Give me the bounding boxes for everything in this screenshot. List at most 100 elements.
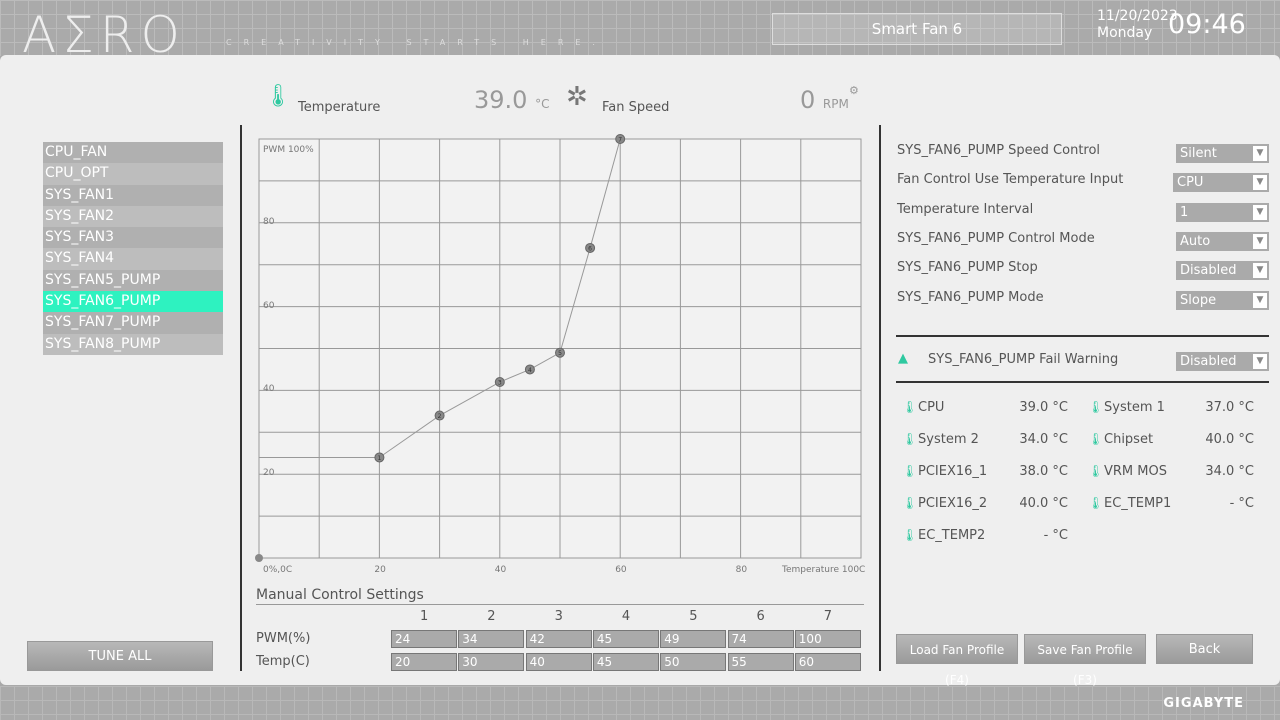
setting-label: Fan Control Use Temperature Input: [897, 172, 1124, 188]
column-header: 3: [554, 609, 563, 624]
footer: GIGABYTE: [0, 686, 1280, 720]
pwm-input[interactable]: 34: [458, 630, 525, 648]
y-tick-label: 60: [263, 300, 275, 311]
temp-row-label: Temp(C): [256, 654, 310, 669]
sensor-value: 34.0 °C: [1019, 432, 1068, 447]
sensor-value: 37.0 °C: [1205, 400, 1254, 415]
chevron-down-icon: ▼: [1253, 233, 1267, 249]
setting-label: SYS_FAN6_PUMP Stop: [897, 260, 1038, 276]
divider: [896, 335, 1269, 337]
y-axis-label: PWM 100%: [263, 145, 314, 155]
sensor-name: Chipset: [1104, 432, 1154, 447]
curve-point-label: 3: [498, 380, 502, 387]
y-tick-label: 80: [263, 216, 275, 227]
temp-input[interactable]: 45: [592, 653, 659, 671]
sensor-name: System 1: [1104, 400, 1165, 415]
sensor-value: 40.0 °C: [1205, 432, 1254, 447]
temp-input[interactable]: 20: [391, 653, 457, 671]
sensor-name: VRM MOS: [1104, 464, 1167, 479]
setting-select[interactable]: Disabled ▼: [1176, 261, 1269, 281]
back-button[interactable]: Back: [1156, 634, 1253, 664]
temp-input[interactable]: 55: [727, 653, 794, 671]
pwm-input[interactable]: 24: [391, 630, 457, 648]
setting-label: SYS_FAN6_PUMP Speed Control: [897, 143, 1101, 158]
chevron-down-icon: ▼: [1253, 175, 1267, 191]
x-tick-label: 80: [735, 565, 748, 575]
chevron-down-icon: ▼: [1253, 354, 1267, 369]
warning-icon: ▲: [898, 351, 908, 366]
thermometer-icon: 🌡: [1088, 496, 1104, 510]
column-header: 4: [621, 609, 631, 624]
temp-input[interactable]: 30: [458, 653, 525, 671]
thermometer-icon: 🌡: [1088, 400, 1104, 414]
setting-select[interactable]: Slope ▼: [1176, 290, 1269, 310]
gigabyte-logo: GIGABYTE: [1163, 696, 1244, 711]
chevron-down-icon: ▼: [1253, 292, 1267, 308]
x-tick-label: 40: [494, 565, 507, 575]
curve-point-label: 7: [618, 137, 622, 144]
curve-point-label: 1: [377, 455, 381, 462]
setting-value: Disabled: [1180, 263, 1237, 279]
setting-select[interactable]: CPU ▼: [1173, 173, 1269, 193]
pwm-input[interactable]: 100: [794, 630, 861, 648]
sensor-value: 38.0 °C: [1019, 464, 1068, 479]
pwm-input[interactable]: 45: [592, 630, 659, 648]
setting-select[interactable]: 1 ▼: [1176, 202, 1269, 222]
setting-label: SYS_FAN6_PUMP Mode: [897, 289, 1044, 305]
sensor-name: PCIEX16_2: [918, 496, 988, 511]
chevron-down-icon: ▼: [1253, 263, 1267, 279]
column-header: 6: [756, 609, 765, 624]
sensor-name: EC_TEMP2: [918, 528, 986, 543]
setting-value: Slope: [1180, 292, 1217, 308]
sensor-name: EC_TEMP1: [1104, 496, 1172, 511]
setting-label: SYS_FAN6_PUMP Control Mode: [897, 230, 1095, 246]
curve-point-label: 5: [558, 350, 562, 357]
temp-input[interactable]: 40: [525, 653, 592, 671]
pwm-input[interactable]: 74: [727, 630, 794, 648]
sensor-name: CPU: [918, 400, 945, 415]
curve-point-label: 4: [528, 367, 532, 374]
sensor-name: PCIEX16_1: [918, 464, 988, 479]
sensor-value: 40.0 °C: [1019, 496, 1068, 511]
thermometer-icon: 🌡: [902, 400, 918, 414]
x-axis-label: Temperature 100C: [782, 565, 866, 575]
column-header: 1: [420, 609, 429, 624]
column-header: 7: [823, 609, 833, 624]
thermometer-icon: 🌡: [902, 464, 918, 478]
setting-select[interactable]: Auto ▼: [1176, 231, 1269, 251]
setting-select[interactable]: Silent ▼: [1176, 144, 1269, 163]
setting-value: CPU: [1177, 175, 1204, 191]
chevron-down-icon: ▼: [1253, 204, 1267, 220]
thermometer-icon: 🌡: [1088, 464, 1104, 478]
origin-label: 0%,0C: [263, 565, 293, 575]
fail-warning-value: Disabled: [1180, 354, 1237, 369]
x-tick-label: 60: [615, 565, 627, 575]
x-tick-label: 20: [374, 565, 386, 575]
thermometer-icon: 🌡: [902, 432, 918, 446]
sensor-value: 39.0 °C: [1019, 400, 1068, 415]
y-tick-label: 40: [263, 384, 275, 395]
setting-label: Temperature Interval: [897, 201, 1034, 217]
y-tick-label: 20: [263, 468, 275, 479]
fail-warning-select[interactable]: Disabled ▼: [1176, 352, 1269, 371]
load-fan-profile-button[interactable]: Load Fan Profile (F4): [896, 634, 1018, 687]
pwm-row-label: PWM(%): [256, 631, 311, 646]
save-fan-profile-button[interactable]: Save Fan Profile (F3): [1024, 634, 1146, 687]
setting-value: Auto: [1180, 233, 1211, 249]
setting-value: 1: [1180, 204, 1189, 220]
pwm-input[interactable]: 42: [525, 630, 592, 648]
sensor-value: 34.0 °C: [1205, 464, 1254, 479]
temp-input[interactable]: 50: [660, 653, 727, 671]
manual-control-title: Manual Control Settings: [256, 587, 864, 605]
curve-point-label: 6: [588, 245, 592, 252]
thermometer-icon: 🌡: [902, 528, 918, 542]
fail-warning-label: SYS_FAN6_PUMP Fail Warning: [928, 352, 1119, 367]
thermometer-icon: 🌡: [902, 496, 918, 510]
chevron-down-icon: ▼: [1253, 146, 1267, 161]
origin-point: [255, 554, 263, 562]
temp-input[interactable]: 60: [794, 653, 861, 671]
thermometer-icon: 🌡: [1088, 432, 1104, 446]
column-header: 5: [689, 609, 698, 624]
pwm-input[interactable]: 49: [660, 630, 727, 648]
divider: [896, 381, 1269, 383]
